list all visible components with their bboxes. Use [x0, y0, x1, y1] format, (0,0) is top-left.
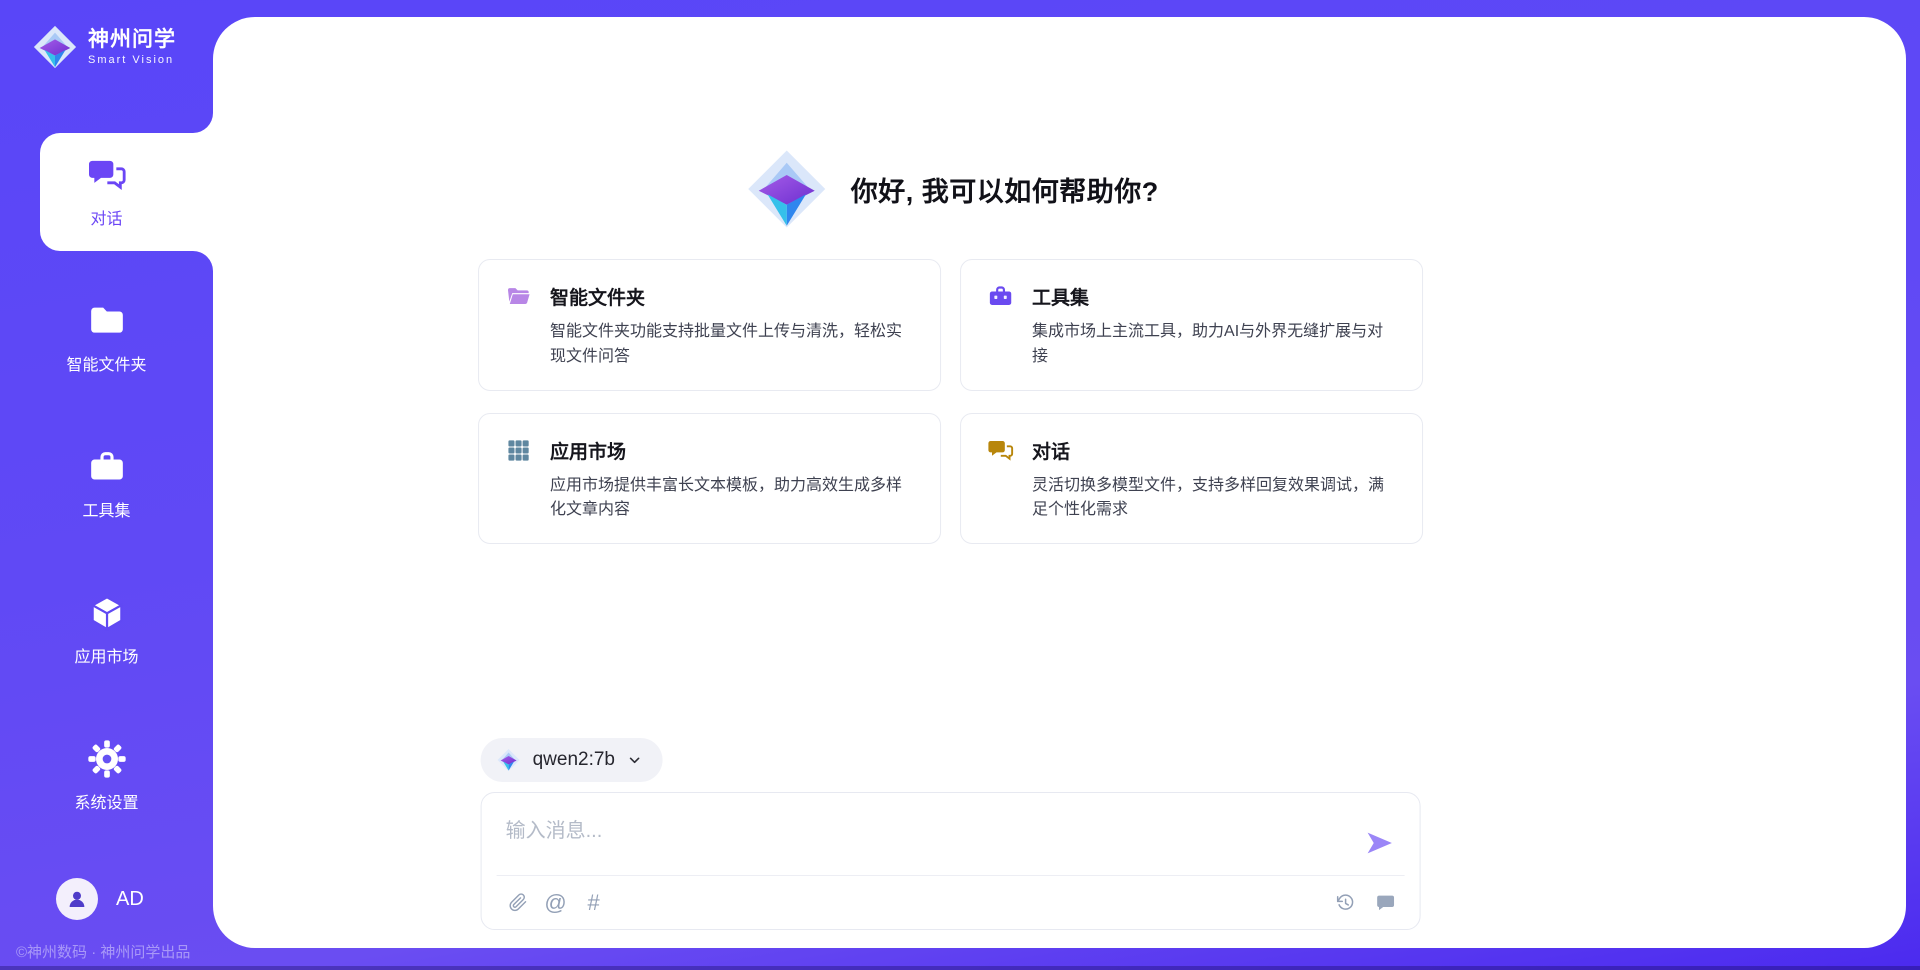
hash-icon[interactable]: # [582, 891, 606, 915]
model-name: qwen2:7b [533, 749, 615, 771]
user-name: AD [116, 888, 144, 911]
history-icon[interactable] [1334, 891, 1358, 915]
toolbox-icon [87, 447, 127, 487]
message-input-box: @ # [481, 792, 1421, 930]
sidebar-nav: 对话 智能文件夹 工具集 应用市场 系统设置 [0, 133, 213, 835]
message-input[interactable] [482, 793, 1340, 873]
sidebar-item-label: 对话 [90, 205, 122, 229]
sidebar: 神州问学 Smart Vision 对话 智能文件夹 工具集 应用市场 系统设置… [0, 0, 213, 970]
card-description: 应用市场提供丰富长文本模板，助力高效生成多样化文章内容 [550, 474, 916, 524]
app-subtitle: Smart Vision [88, 54, 176, 66]
sidebar-item-chat[interactable]: 对话 [0, 133, 213, 251]
app-name: 神州问学 [88, 28, 176, 51]
card-smart-folder[interactable]: 智能文件夹 智能文件夹功能支持批量文件上传与清洗，轻松实现文件问答 [478, 259, 941, 391]
brand-diamond-icon [32, 24, 78, 70]
user-account[interactable]: AD [56, 878, 144, 920]
card-title: 对话 [1032, 437, 1070, 464]
sidebar-item-label: 智能文件夹 [66, 351, 146, 375]
cube-icon [87, 593, 127, 633]
avatar [56, 878, 98, 920]
welcome-diamond-icon [745, 147, 829, 231]
composer-toolbar: @ # [482, 876, 1420, 929]
app-logo: 神州问学 Smart Vision [0, 0, 213, 70]
sidebar-item-label: 工具集 [82, 497, 130, 521]
send-icon [1364, 827, 1396, 859]
card-title: 应用市场 [550, 437, 626, 464]
sidebar-item-label: 应用市场 [74, 643, 138, 667]
chat-icon [87, 155, 127, 195]
card-title: 智能文件夹 [550, 283, 645, 310]
model-selector[interactable]: qwen2:7b [481, 738, 663, 782]
card-description: 集成市场上主流工具，助力AI与外界无缝扩展与对接 [1032, 320, 1398, 370]
sidebar-item-smart-folder[interactable]: 智能文件夹 [0, 279, 213, 397]
toolbox-icon [987, 283, 1014, 310]
sidebar-item-settings[interactable]: 系统设置 [0, 717, 213, 835]
copyright-footer: ©神州数码 · 神州问学出品 [16, 941, 190, 962]
folder-icon [87, 301, 127, 341]
composer: qwen2:7b @ # [481, 738, 1421, 930]
chat-bubble-icon[interactable] [1374, 891, 1398, 915]
chevron-down-icon [627, 752, 643, 768]
card-app-market[interactable]: 应用市场 应用市场提供丰富长文本模板，助力高效生成多样化文章内容 [478, 413, 941, 545]
greeting-title: 你好, 我可以如何帮助你? [851, 170, 1159, 209]
chat-icon [987, 437, 1014, 464]
feature-cards: 智能文件夹 智能文件夹功能支持批量文件上传与清洗，轻松实现文件问答 工具集 集成… [478, 259, 1423, 544]
diamond-logo-icon [497, 748, 521, 772]
active-tab-background [40, 133, 213, 251]
grid-icon [505, 437, 532, 464]
paperclip-icon[interactable] [506, 891, 530, 915]
card-description: 灵活切换多模型文件，支持多样回复效果调试，满足个性化需求 [1032, 474, 1398, 524]
sidebar-item-label: 系统设置 [74, 789, 138, 813]
send-button[interactable] [1364, 827, 1396, 859]
folder-open-icon [505, 283, 532, 310]
welcome-header: 你好, 我可以如何帮助你? [745, 147, 1159, 231]
sidebar-item-app-market[interactable]: 应用市场 [0, 571, 213, 689]
card-description: 智能文件夹功能支持批量文件上传与清洗，轻松实现文件问答 [550, 320, 916, 370]
gear-icon [87, 739, 127, 779]
mention-icon[interactable]: @ [544, 891, 568, 915]
sidebar-item-toolset[interactable]: 工具集 [0, 425, 213, 543]
card-toolset[interactable]: 工具集 集成市场上主流工具，助力AI与外界无缝扩展与对接 [960, 259, 1423, 391]
card-title: 工具集 [1032, 283, 1089, 310]
card-chat[interactable]: 对话 灵活切换多模型文件，支持多样回复效果调试，满足个性化需求 [960, 413, 1423, 545]
